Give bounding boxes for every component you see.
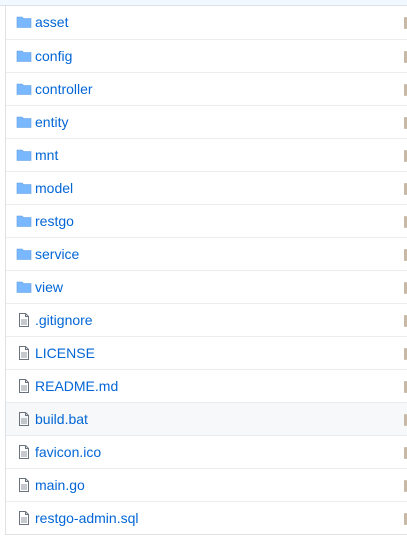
folder-link[interactable]: mnt xyxy=(35,139,58,172)
folder-link[interactable]: config xyxy=(35,40,72,73)
folder-icon xyxy=(16,213,32,229)
file-link[interactable]: LICENSE xyxy=(35,337,95,370)
folder-icon xyxy=(16,81,32,97)
table-row[interactable]: README.md xyxy=(6,369,407,402)
table-row[interactable]: LICENSE xyxy=(6,336,407,369)
table-row[interactable]: view xyxy=(6,270,407,303)
table-row[interactable]: build.bat xyxy=(6,402,407,435)
file-link[interactable]: favicon.ico xyxy=(35,436,101,469)
file-icon xyxy=(16,312,32,328)
file-icon xyxy=(16,510,32,526)
folder-icon xyxy=(16,48,32,64)
file-link[interactable]: restgo-admin.sql xyxy=(35,502,139,535)
file-link[interactable]: build.bat xyxy=(35,403,88,436)
folder-link[interactable]: view xyxy=(35,271,63,304)
folder-icon xyxy=(16,147,32,163)
folder-icon xyxy=(16,246,32,262)
folder-link[interactable]: controller xyxy=(35,73,93,106)
folder-link[interactable]: restgo xyxy=(35,205,74,238)
folder-link[interactable]: model xyxy=(35,172,73,205)
table-row[interactable]: model xyxy=(6,171,407,204)
table-row[interactable]: main.go xyxy=(6,468,407,501)
table-row[interactable]: .gitignore xyxy=(6,303,407,336)
table-row[interactable]: mnt xyxy=(6,138,407,171)
folder-icon xyxy=(16,279,32,295)
table-row[interactable]: asset xyxy=(6,6,407,39)
file-icon xyxy=(16,345,32,361)
file-icon xyxy=(16,378,32,394)
table-row[interactable]: restgo-admin.sql xyxy=(6,501,407,534)
file-icon xyxy=(16,477,32,493)
table-row[interactable]: controller xyxy=(6,72,407,105)
file-icon xyxy=(16,444,32,460)
folder-link[interactable]: service xyxy=(35,238,79,271)
folder-icon xyxy=(16,180,32,196)
file-link[interactable]: README.md xyxy=(35,370,118,403)
folder-link[interactable]: asset xyxy=(35,6,68,39)
file-link[interactable]: .gitignore xyxy=(35,304,93,337)
file-list: asset config controller entity mnt model xyxy=(5,6,407,535)
folder-icon xyxy=(16,14,32,30)
table-row[interactable]: entity xyxy=(6,105,407,138)
file-icon xyxy=(16,411,32,427)
file-link[interactable]: main.go xyxy=(35,469,85,502)
table-row[interactable]: restgo xyxy=(6,204,407,237)
table-row[interactable]: favicon.ico xyxy=(6,435,407,468)
table-row[interactable]: service xyxy=(6,237,407,270)
folder-link[interactable]: entity xyxy=(35,106,68,139)
table-row[interactable]: config xyxy=(6,39,407,72)
folder-icon xyxy=(16,114,32,130)
